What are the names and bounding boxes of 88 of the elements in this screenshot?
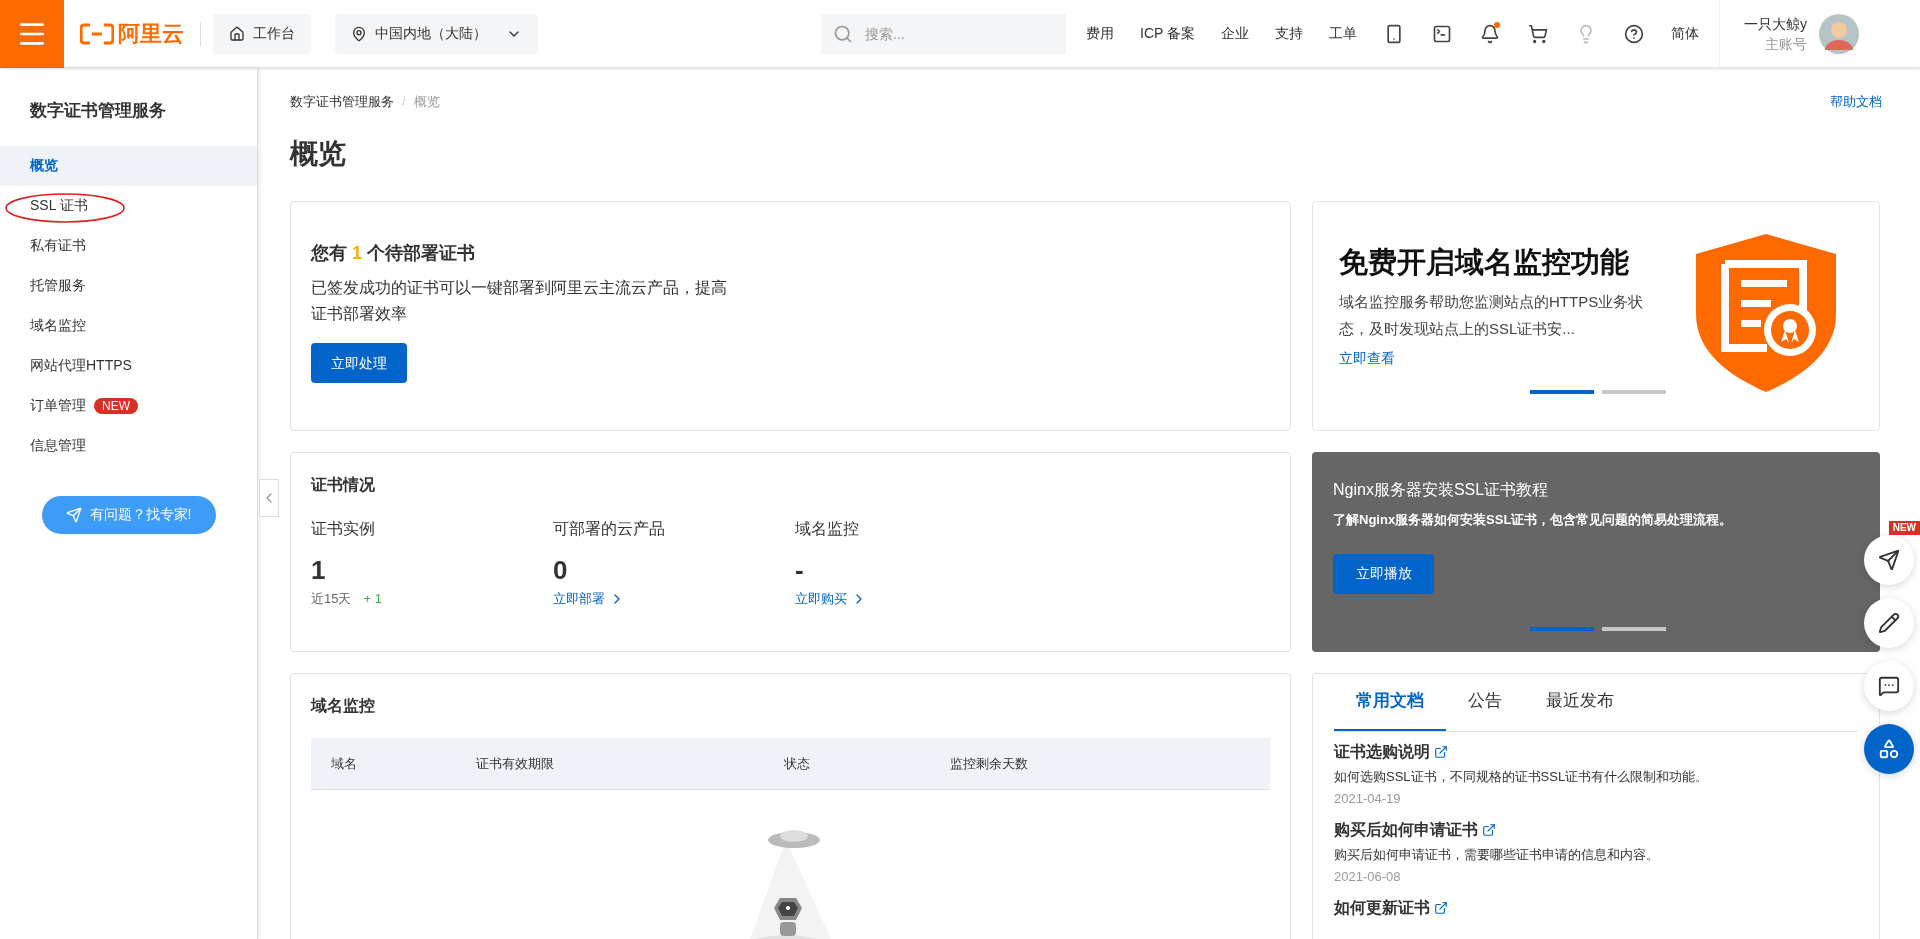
cart-icon xyxy=(1528,23,1548,44)
stat-value: 1 xyxy=(311,554,327,587)
home-icon xyxy=(229,25,245,42)
stat-label: 可部署的云产品 xyxy=(553,519,666,539)
sidebar-item[interactable]: SSL 证书 xyxy=(0,185,257,226)
new-badge: NEW xyxy=(94,397,138,414)
stat-label: 域名监控 xyxy=(795,519,860,539)
stat-value: - xyxy=(795,554,805,587)
sidebar-item[interactable]: 网站代理HTTPS xyxy=(0,345,257,386)
column-header: 证书有效期限 xyxy=(476,754,555,773)
sidebar-item[interactable]: 信息管理 xyxy=(0,425,257,466)
doc-date: 2021-04-19 xyxy=(1334,790,1402,808)
search-icon xyxy=(833,23,853,44)
doc-title-link[interactable]: 证书选购说明 xyxy=(1334,740,1858,764)
breadcrumb-separator: / xyxy=(402,93,406,112)
video-description: 了解Nginx服务器如何安装SSL证书，包含常见问题的简易处理流程。 xyxy=(1333,511,1734,529)
toolbar-button[interactable] xyxy=(1623,22,1645,45)
menu-button[interactable] xyxy=(0,0,64,68)
doc-description: 如何选购SSL证书，不同规格的证书SSL证书有什么限制和功能。 xyxy=(1334,768,1710,786)
doc-title-link[interactable]: 购买后如何申请证书 xyxy=(1334,818,1858,842)
sidebar-item[interactable]: 概览 xyxy=(0,145,257,186)
pencil-icon xyxy=(1878,612,1900,634)
nav-link[interactable]: 工单 xyxy=(1329,23,1357,44)
location-icon xyxy=(351,25,367,42)
column-header: 域名 xyxy=(330,754,358,773)
nav-link[interactable]: ICP 备案 xyxy=(1140,23,1195,44)
bell-icon xyxy=(1480,23,1500,44)
docs-tab[interactable]: 最近发布 xyxy=(1524,674,1636,731)
sidebar-item[interactable]: 订单管理 NEW xyxy=(0,385,257,426)
doc-date: 2021-06-08 xyxy=(1334,868,1402,886)
chat-icon xyxy=(1878,675,1900,697)
stat-label: 证书实例 xyxy=(311,519,376,539)
docs-tab[interactable]: 公告 xyxy=(1446,674,1524,731)
help-link[interactable]: 帮助文档 xyxy=(1830,92,1882,112)
breadcrumb-item: 概览 xyxy=(413,93,440,112)
process-button[interactable]: 立即处理 xyxy=(311,343,407,383)
logo-text: 阿里云 xyxy=(118,20,184,48)
workbench-button[interactable]: 工作台 xyxy=(213,13,311,54)
nav-link[interactable]: 企业 xyxy=(1221,23,1249,44)
account-type: 主账号 xyxy=(1765,34,1807,54)
floating-button[interactable] xyxy=(1864,661,1914,711)
trend-value: + 1 xyxy=(363,590,382,608)
language-link[interactable]: 简体 xyxy=(1671,23,1699,44)
video-title: Nginx服务器安装SSL证书教程 xyxy=(1333,480,1550,500)
period-label: 近15天 xyxy=(311,590,352,608)
external-link-icon xyxy=(1434,745,1448,759)
stat-link[interactable]: 立即部署 xyxy=(553,589,795,609)
toolbar-button[interactable] xyxy=(1479,22,1501,45)
promo-title: 免费开启域名监控功能 xyxy=(1339,245,1630,280)
sidebar-title: 数字证书管理服务 xyxy=(30,100,167,122)
pending-title: 您有 1 个待部署证书 xyxy=(311,242,477,265)
region-selector[interactable]: 中国内地（大陆） xyxy=(335,13,538,54)
column-header: 状态 xyxy=(784,754,811,773)
play-button[interactable]: 立即播放 xyxy=(1333,553,1434,594)
stat-link[interactable]: 立即购买 xyxy=(795,589,1037,609)
logo-icon xyxy=(80,22,114,45)
docs-tab[interactable]: 常用文档 xyxy=(1334,674,1446,731)
view-link[interactable]: 立即查看 xyxy=(1339,348,1657,369)
user-name: 一只大鲸y xyxy=(1744,14,1807,34)
card-title: 域名监控 xyxy=(311,696,376,716)
pending-description: 已签发成功的证书可以一键部署到阿里云主流云产品，提高证书部署效率 xyxy=(311,278,728,324)
breadcrumb-item[interactable]: 数字证书管理服务 xyxy=(290,92,394,112)
column-header: 监控剩余天数 xyxy=(950,754,1029,773)
stat-value: 0 xyxy=(553,554,569,587)
external-link-icon xyxy=(1434,901,1448,915)
sidebar-item[interactable]: 托管服务 xyxy=(0,265,257,306)
nav-link[interactable]: 费用 xyxy=(1086,23,1114,44)
shield-certificate-icon xyxy=(1695,234,1837,392)
floating-button[interactable] xyxy=(1864,535,1914,585)
new-badge: NEW xyxy=(1888,521,1920,535)
help-icon xyxy=(1624,23,1644,44)
doc-title-link[interactable]: 如何更新证书 xyxy=(1334,896,1858,920)
doc-description: 购买后如何申请证书，需要哪些证书申请的信息和内容。 xyxy=(1334,846,1660,864)
search-field[interactable]: 搜索... xyxy=(821,13,1066,54)
avatar[interactable] xyxy=(1819,13,1859,54)
sidebar-item[interactable]: 域名监控 xyxy=(0,305,257,346)
floating-button[interactable] xyxy=(1864,724,1914,774)
nav-link[interactable]: 支持 xyxy=(1275,23,1303,44)
external-link-icon xyxy=(1482,823,1496,837)
page-title: 概览 xyxy=(290,137,347,171)
sidebar-item[interactable]: 私有证书 xyxy=(0,225,257,266)
toolbar-button[interactable] xyxy=(1527,22,1549,45)
floating-button[interactable] xyxy=(1864,598,1914,648)
promo-description: 域名监控服务帮助您监测站点的HTTPS业务状态，及时发现站点上的SSL证书安... xyxy=(1339,292,1645,339)
card-title: 证书情况 xyxy=(311,475,376,495)
apps-icon xyxy=(1878,738,1900,760)
phone-icon xyxy=(1384,23,1404,44)
terminal-icon xyxy=(1432,23,1452,44)
